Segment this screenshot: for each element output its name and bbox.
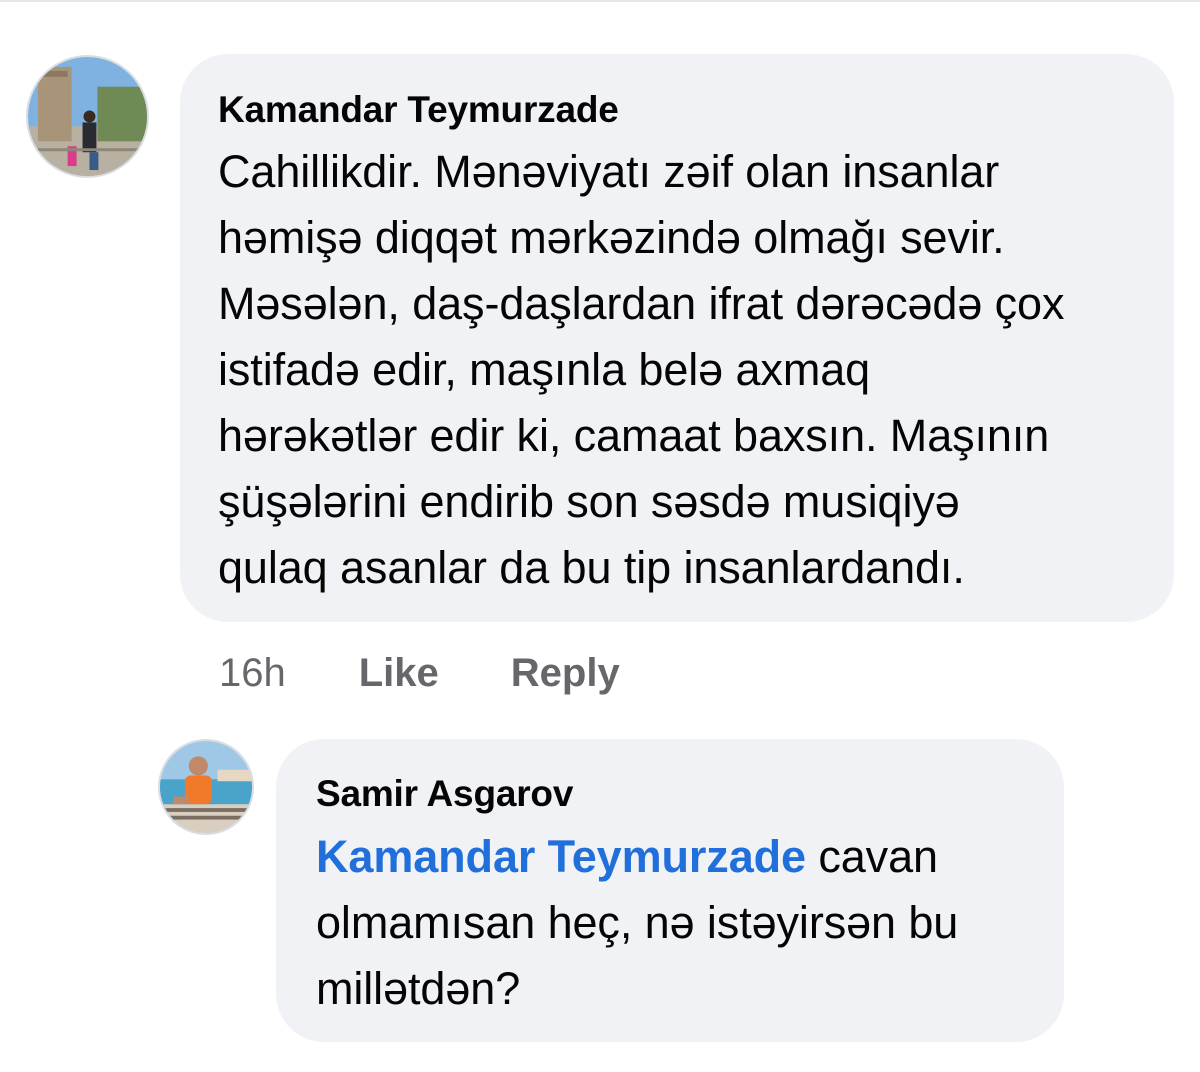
comment-timestamp[interactable]: 16h	[219, 651, 286, 696]
reply-bubble: Samir Asgarov Kamandar Teymurzade cavan …	[276, 739, 1064, 1042]
reply-author[interactable]: Samir Asgarov	[316, 772, 573, 816]
comment-line: istifadə edir, maşınla belə axmaq	[218, 344, 871, 395]
comment-line: Cahillikdir. Mənəviyatı zəif olan insanl…	[218, 146, 1000, 197]
reply-text: Kamandar Teymurzade cavan olmamısan heç,…	[316, 824, 1056, 1022]
comment-line: Məsələn, daş-daşlardan ifrat dərəcədə ço…	[218, 278, 1065, 329]
top-divider	[0, 0, 1200, 2]
reply-first-line: Kamandar Teymurzade cavan	[316, 824, 1056, 890]
comment-actions: 16h Like Reply	[219, 648, 620, 698]
avatar-photo-tower	[28, 57, 147, 176]
comment-bubble: Kamandar Teymurzade Cahillikdir. Mənəviy…	[180, 54, 1174, 622]
comment-line: şüşələrini endirib son səsdə musiqiyə	[218, 476, 960, 527]
reply-line: millətdən?	[316, 963, 521, 1014]
comment-author[interactable]: Kamandar Teymurzade	[218, 88, 619, 132]
avatar-photo-pool	[160, 741, 252, 833]
comment-line: qulaq asanlar da bu tip insanlardandı.	[218, 542, 965, 593]
comment-text: Cahillikdir. Mənəviyatı zəif olan insanl…	[218, 139, 1168, 601]
reply-avatar[interactable]	[158, 739, 254, 835]
comment-line: hərəkətlər edir ki, camaat baxsın. Maşın…	[218, 410, 1050, 461]
reply-line: olmamısan heç, nə istəyirsən bu	[316, 897, 959, 948]
reply-line-rest: cavan	[805, 831, 938, 882]
comment-line: həmişə diqqət mərkəzində olmağı sevir.	[218, 212, 1005, 263]
commenter-avatar[interactable]	[26, 55, 149, 178]
like-button[interactable]: Like	[359, 651, 439, 696]
reply-button[interactable]: Reply	[511, 651, 620, 696]
mention-link[interactable]: Kamandar Teymurzade	[316, 831, 806, 882]
